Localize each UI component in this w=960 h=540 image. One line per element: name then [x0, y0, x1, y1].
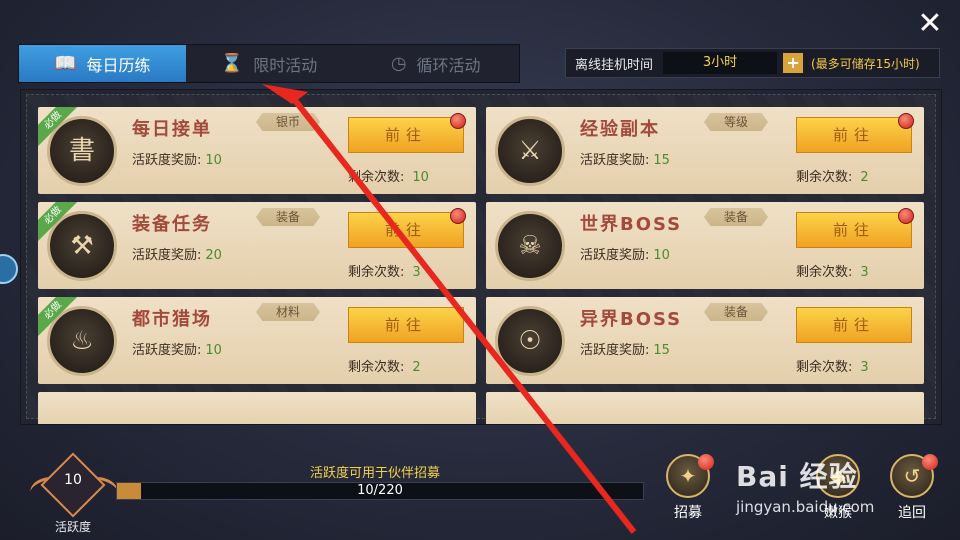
- remaining-count: 剩余次数: 3: [796, 261, 869, 280]
- remain-value: 3: [860, 265, 869, 280]
- remain-value: 3: [412, 265, 421, 280]
- go-button[interactable]: 前往: [796, 117, 912, 153]
- progress-text: 10/220: [357, 483, 403, 498]
- reward-label: 活跃度奖励:: [580, 153, 650, 168]
- reward-value: 10: [205, 153, 222, 168]
- reward-value: 15: [653, 343, 670, 358]
- remain-value: 2: [860, 170, 869, 185]
- reward-label: 活跃度奖励:: [580, 343, 650, 358]
- reward-type-tag: 装备: [256, 208, 320, 226]
- baidu-watermark: Bai 经验: [736, 460, 858, 493]
- tab-label: 限时活动: [253, 55, 318, 75]
- reward-type-tag: 材料: [256, 303, 320, 321]
- remaining-count: 剩余次数: 2: [796, 166, 869, 185]
- hourglass-icon: ⌛: [220, 52, 244, 74]
- reward-label: 活跃度奖励:: [132, 343, 202, 358]
- notification-dot: [698, 454, 714, 470]
- baidu-watermark-url: jingyan.baidu.com: [736, 498, 875, 516]
- tab-daily[interactable]: 📖 每日历练: [19, 45, 186, 82]
- remain-value: 3: [860, 360, 869, 375]
- boss-crest-icon: ☠: [495, 211, 565, 281]
- reward-type-tag: 装备: [704, 208, 768, 226]
- activity-reward: 活跃度奖励: 10: [132, 339, 222, 358]
- activity-card-partial: [486, 392, 924, 424]
- remain-label: 剩余次数:: [796, 265, 853, 280]
- reward-value: 10: [205, 343, 222, 358]
- notification-dot: [450, 208, 466, 224]
- remaining-count: 剩余次数: 3: [796, 356, 869, 375]
- activity-card-daily-order: 書 必做 每日接单 银币 活跃度奖励: 10 前往 剩余次数: 10: [38, 107, 476, 194]
- activity-name: 每日接单: [132, 119, 212, 140]
- activity-reward: 活跃度奖励: 10: [580, 244, 670, 263]
- reward-type-tag: 等级: [704, 113, 768, 131]
- offline-label: 离线挂机时间: [575, 57, 654, 73]
- activity-label: 活跃度: [54, 520, 91, 534]
- activity-card-world-boss: ☠ 世界BOSS 装备 活跃度奖励: 10 前往 剩余次数: 3: [486, 202, 924, 289]
- reward-type-tag: 装备: [704, 303, 768, 321]
- activity-name: 异界BOSS: [580, 309, 683, 330]
- reward-type-tag: 银币: [256, 113, 320, 131]
- remain-label: 剩余次数:: [348, 170, 405, 185]
- mask-crest-icon: ☉: [495, 306, 565, 376]
- activity-reward: 活跃度奖励: 20: [132, 244, 222, 263]
- notification-dot: [898, 208, 914, 224]
- remain-label: 剩余次数:: [796, 170, 853, 185]
- go-button[interactable]: 前往: [348, 307, 464, 343]
- remain-value: 10: [412, 170, 429, 185]
- activity-card-partial: [38, 392, 476, 424]
- offline-value: 3小时: [663, 52, 778, 74]
- activity-name: 都市猎场: [132, 309, 212, 330]
- offline-note: (最多可储存15小时): [811, 56, 920, 71]
- close-icon[interactable]: ✕: [914, 8, 946, 40]
- reward-value: 15: [653, 153, 670, 168]
- notification-dot: [898, 113, 914, 129]
- reward-value: 10: [653, 248, 670, 263]
- remaining-count: 剩余次数: 3: [348, 261, 421, 280]
- remain-label: 剩余次数:: [348, 265, 405, 280]
- tab-label: 每日历练: [86, 55, 151, 75]
- recover-label: 追回: [898, 505, 926, 521]
- tab-label: 循环活动: [416, 55, 481, 75]
- activity-reward: 活跃度奖励: 15: [580, 149, 670, 168]
- tab-bar: 📖 每日历练 ⌛ 限时活动 ◷ 循环活动: [18, 44, 520, 83]
- tab-limited[interactable]: ⌛ 限时活动: [186, 45, 353, 82]
- activity-name: 装备任务: [132, 214, 212, 235]
- tab-cycle[interactable]: ◷ 循环活动: [352, 45, 519, 82]
- go-button[interactable]: 前往: [796, 212, 912, 248]
- recruit-button[interactable]: ✦ 招募: [660, 454, 716, 521]
- activity-reward: 活跃度奖励: 15: [580, 339, 670, 358]
- reward-label: 活跃度奖励:: [132, 153, 202, 168]
- clock-icon: ◷: [390, 52, 407, 74]
- add-time-button[interactable]: +: [783, 53, 804, 73]
- activity-name: 经验副本: [580, 119, 660, 140]
- activity-value: 10: [64, 472, 82, 488]
- activity-card-equip-task: ⚒ 必做 装备任务 装备 活跃度奖励: 20 前往 剩余次数: 3: [38, 202, 476, 289]
- reward-label: 活跃度奖励:: [580, 248, 650, 263]
- activity-card-city-hunt: ♨ 必做 都市猎场 材料 活跃度奖励: 10 前往 剩余次数: 2: [38, 297, 476, 384]
- go-button[interactable]: 前往: [796, 307, 912, 343]
- side-handle[interactable]: [0, 254, 18, 284]
- remain-value: 2: [412, 360, 421, 375]
- notification-dot: [450, 113, 466, 129]
- activity-list-panel[interactable]: 書 必做 每日接单 银币 活跃度奖励: 10 前往 剩余次数: 10 ⚔ 经验副本 …: [20, 89, 942, 425]
- progress-caption: 活跃度可用于伙伴招募: [310, 466, 441, 481]
- recover-button[interactable]: ↺ 追回: [884, 454, 940, 521]
- offline-idle-bar: 离线挂机时间 3小时 + (最多可储存15小时): [565, 48, 940, 78]
- remaining-count: 剩余次数: 2: [348, 356, 421, 375]
- sword-icon: ⚔: [495, 116, 565, 186]
- book-icon: 📖: [54, 52, 77, 74]
- activity-reward: 活跃度奖励: 10: [132, 149, 222, 168]
- remain-label: 剩余次数:: [796, 360, 853, 375]
- reward-value: 20: [205, 248, 222, 263]
- remain-label: 剩余次数:: [348, 360, 405, 375]
- reward-label: 活跃度奖励:: [132, 248, 202, 263]
- go-button[interactable]: 前往: [348, 117, 464, 153]
- notification-dot: [922, 454, 938, 470]
- activity-card-otherworld-boss: ☉ 异界BOSS 装备 活跃度奖励: 15 前往 剩余次数: 3: [486, 297, 924, 384]
- activity-name: 世界BOSS: [580, 214, 683, 235]
- recruit-label: 招募: [674, 505, 702, 521]
- go-button[interactable]: 前往: [348, 212, 464, 248]
- remaining-count: 剩余次数: 10: [348, 166, 429, 185]
- activity-card-exp-dungeon: ⚔ 经验副本 等级 活跃度奖励: 15 前往 剩余次数: 2: [486, 107, 924, 194]
